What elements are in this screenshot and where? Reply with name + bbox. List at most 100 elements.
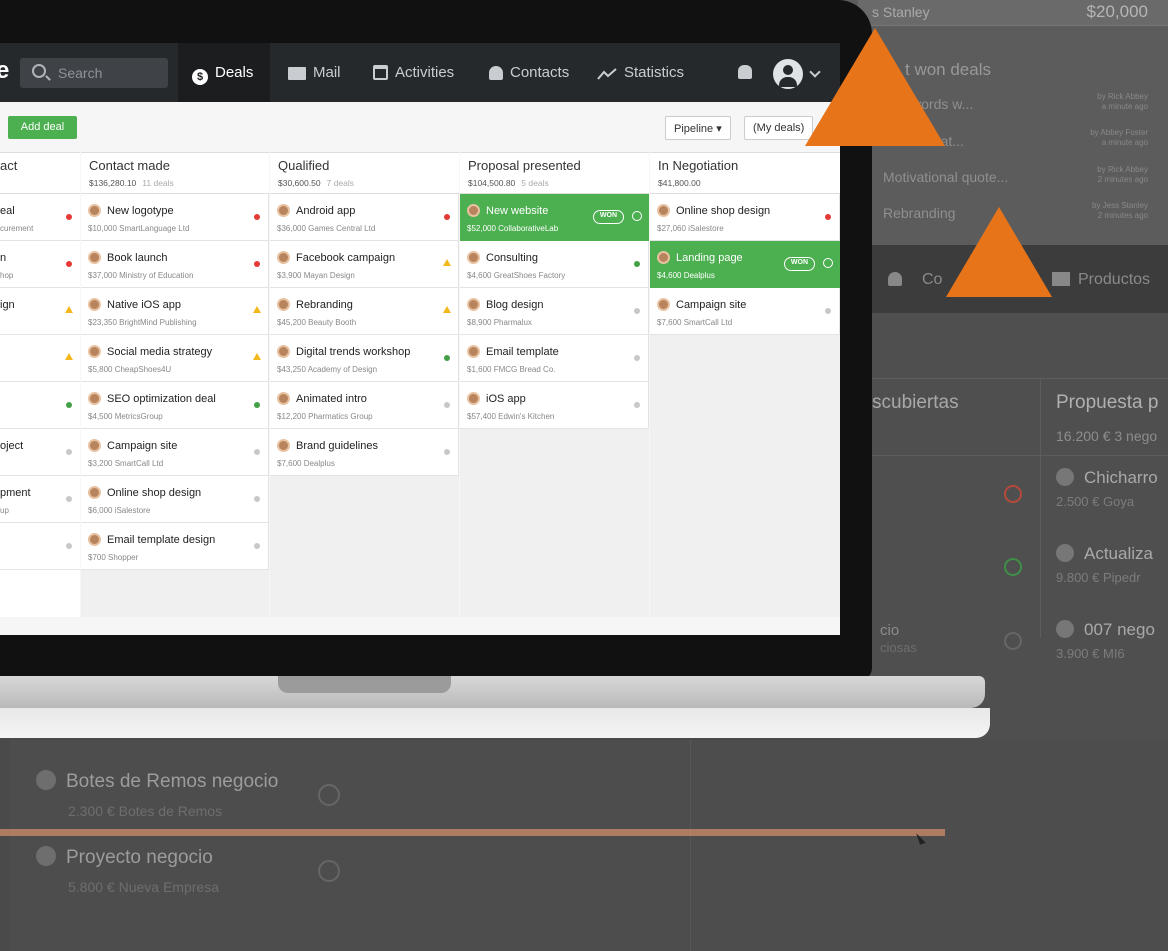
won-badge: WON [592, 210, 624, 224]
deal-card[interactable]: Social media strategy $5,800 CheapShoes4U [81, 335, 269, 382]
toolbar: Add deal Pipeline ▾ (My deals) [0, 102, 840, 152]
deals-filter-select[interactable]: (My deals) [744, 116, 814, 140]
avatar-icon [277, 298, 290, 311]
background-bottom-deal-sub: 2.300 € Botes de Remos [68, 803, 223, 819]
warning-icon [65, 353, 73, 360]
top-navigation-bar: e Search $ Deals Mail Activities Contacts… [0, 43, 840, 102]
avatar-icon [88, 298, 101, 311]
background-deal-sub: 3.900 € MI6 [1056, 646, 1125, 661]
stage-meta: $104,500.80 5 deals [468, 178, 549, 188]
background-stage-header [840, 378, 1168, 456]
bell-icon[interactable] [738, 65, 752, 79]
pipeline-select[interactable]: Pipeline ▾ [665, 116, 731, 140]
deal-card[interactable]: Campaign site $7,600 SmartCall Ltd [650, 288, 840, 335]
status-circle-icon [318, 860, 340, 882]
deal-card[interactable]: Consulting $4,600 GreatShoes Factory [460, 241, 649, 288]
deal-card[interactable]: pment up [0, 476, 80, 523]
stage-count: 11 deals [142, 178, 174, 188]
deal-card[interactable]: Facebook campaign $3,900 Mayan Design [270, 241, 459, 288]
deal-title: New logotype [107, 205, 174, 217]
deal-card[interactable]: iOS app $57,400 Edwin's Kitchen [460, 382, 649, 429]
gift-icon [1052, 272, 1070, 286]
stage-title: act [0, 158, 18, 173]
deal-card[interactable]: Blog design $8,900 Pharmalux [460, 288, 649, 335]
circle-icon[interactable] [632, 211, 642, 221]
nav-contacts-label: Contacts [510, 64, 570, 81]
deal-card[interactable]: Brand guidelines $7,600 Dealplus [270, 429, 459, 476]
status-dot-icon [634, 261, 640, 267]
deal-card[interactable]: New logotype $10,000 SmartLanguage Ltd [81, 194, 269, 241]
stage-column: eal curement n hop ign oject pment up [0, 194, 80, 617]
background-nav-products-label: Productos [1078, 271, 1151, 288]
nav-statistics[interactable]: Statistics [597, 43, 684, 102]
deal-title: Campaign site [107, 440, 178, 452]
deal-card[interactable]: oject [0, 429, 80, 476]
background-nav-products: Productos [1052, 271, 1150, 289]
deal-card[interactable]: Email template design $700 Shopper [81, 523, 269, 570]
deal-card[interactable]: Email template $1,600 FMCG Bread Co. [460, 335, 649, 382]
dollar-icon: $ [192, 69, 208, 85]
decorative-orange-triangle [805, 28, 945, 146]
deal-card[interactable]: Campaign site $3,200 SmartCall Ltd [81, 429, 269, 476]
stage-meta: $136,280.10 11 deals [89, 178, 174, 188]
avatar-icon [88, 251, 101, 264]
avatar-icon [467, 298, 480, 311]
circle-icon[interactable] [823, 258, 833, 268]
app-logo[interactable]: e [0, 57, 9, 85]
deal-card[interactable]: eal curement [0, 194, 80, 241]
stage-count: 5 deals [521, 178, 549, 188]
nav-activities[interactable]: Activities [373, 43, 454, 102]
deal-card[interactable]: Landing page $4,600 Dealplus WON [650, 241, 840, 288]
status-dot-icon [66, 214, 72, 220]
deal-title: Landing page [676, 252, 743, 264]
add-deal-button[interactable]: Add deal [8, 116, 77, 139]
deal-sub: $4,600 Dealplus [657, 271, 715, 280]
deal-card[interactable]: Native iOS app $23,350 BrightMind Publish… [81, 288, 269, 335]
deal-card[interactable]: New website $52,000 CollaborativeLab WON [460, 194, 649, 241]
warning-icon [443, 259, 451, 266]
app-screen: e Search $ Deals Mail Activities Contacts… [0, 43, 840, 635]
deal-title: n [0, 252, 7, 264]
background-bottom-deal: Proyecto negocio 5.800 € Nueva Empresa [36, 846, 219, 895]
nav-contacts[interactable]: Contacts [489, 43, 569, 102]
deal-card[interactable]: Animated intro $12,200 Pharmatics Group [270, 382, 459, 429]
background-won-item: Motivational quote... [883, 169, 1009, 185]
deal-card[interactable]: Android app $36,000 Games Central Ltd [270, 194, 459, 241]
background-deal-card: Actualiza 9.800 € Pipedr [1056, 544, 1153, 585]
background-stage-divider [1040, 378, 1041, 638]
deal-card[interactable]: Book launch $37,000 Ministry of Education [81, 241, 269, 288]
deal-sub: $4,500 MetricsGroup [88, 412, 163, 421]
deal-card[interactable]: SEO optimization deal $4,500 MetricsGroup [81, 382, 269, 429]
avatar-icon [657, 204, 670, 217]
deal-card[interactable] [0, 382, 80, 429]
status-dot-icon [254, 214, 260, 220]
search-input[interactable]: Search [20, 58, 168, 88]
deal-card[interactable]: Digital trends workshop $43,250 Academy o… [270, 335, 459, 382]
deal-card[interactable]: Rebranding $45,200 Beauty Booth [270, 288, 459, 335]
avatar[interactable] [773, 59, 803, 89]
background-deal-title: 007 nego [1084, 620, 1155, 639]
deal-sub: $8,900 Pharmalux [467, 318, 532, 327]
background-bottom-panel: Botes de Remos negocio 2.300 € Botes de R… [10, 740, 1168, 951]
avatar-icon [277, 204, 290, 217]
deal-title: ign [0, 299, 15, 311]
status-dot-icon [254, 402, 260, 408]
nav-deals[interactable]: $ Deals [178, 43, 270, 102]
avatar-icon [467, 251, 480, 264]
background-won-item: Rebranding [883, 205, 956, 221]
deal-card[interactable]: n hop [0, 241, 80, 288]
deal-sub: $3,200 SmartCall Ltd [88, 459, 164, 468]
background-divider [690, 740, 691, 951]
deal-card[interactable]: Online shop design $27,060 iSalestore [650, 194, 840, 241]
deal-card[interactable] [0, 335, 80, 382]
deal-title: Email template [486, 346, 559, 358]
background-won-meta: by Abbey Foster a minute ago [1090, 128, 1148, 148]
nav-mail-label: Mail [313, 64, 341, 81]
deal-sub: $12,200 Pharmatics Group [277, 412, 373, 421]
deal-card[interactable] [0, 523, 80, 570]
avatar-icon [277, 345, 290, 358]
deal-card[interactable]: Online shop design $6,000 iSalestore [81, 476, 269, 523]
nav-mail[interactable]: Mail [288, 43, 341, 102]
avatar-icon [467, 345, 480, 358]
deal-card[interactable]: ign [0, 288, 80, 335]
